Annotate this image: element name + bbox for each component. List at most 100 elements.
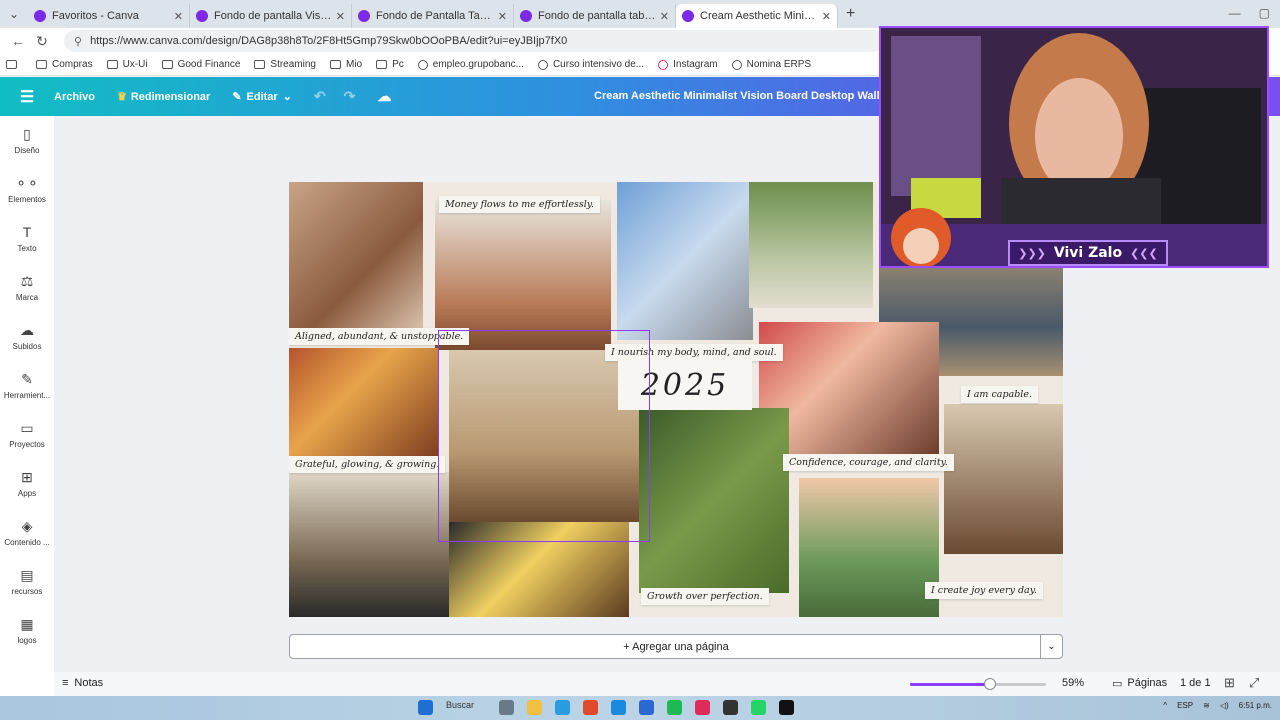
bookmark[interactable]: Pc	[376, 59, 404, 70]
hamburger-menu-icon[interactable]: ☰	[0, 87, 54, 107]
app-icon[interactable]	[695, 700, 710, 715]
resize-button[interactable]: ♛ Redimensionar	[117, 90, 210, 104]
document-title[interactable]: Cream Aesthetic Minimalist Vision Board …	[594, 90, 910, 102]
sidebar-item-text[interactable]: T Texto	[0, 214, 54, 263]
volume-icon[interactable]: ◁)	[1220, 701, 1229, 710]
telegram-icon[interactable]	[555, 700, 570, 715]
sidebar-item-elements[interactable]: ⚬⚬ Elementos	[0, 165, 54, 214]
bookmark[interactable]: Mio	[329, 59, 362, 70]
affirmation-note[interactable]: Money flows to me effortlessly.	[439, 196, 600, 213]
photo-garden-picnic[interactable]	[749, 182, 873, 308]
file-menu-button[interactable]: Archivo	[54, 91, 95, 103]
selection-frame[interactable]	[438, 330, 650, 542]
close-tab-icon[interactable]: ✕	[174, 10, 183, 23]
chevron-down-icon: ⌄	[282, 91, 292, 103]
photo-airplane-window[interactable]	[617, 182, 753, 340]
sidebar-item-uploads[interactable]: ☁ Subidos	[0, 312, 54, 361]
logos-icon: ▦	[20, 616, 34, 632]
canva-favicon-icon	[682, 10, 694, 22]
affirmation-note[interactable]: I create joy every day.	[925, 582, 1043, 599]
photo-food-table[interactable]	[289, 348, 439, 462]
undo-icon[interactable]: ↶	[314, 88, 326, 105]
cloud-saved-icon[interactable]: ☁	[377, 88, 391, 105]
bookmark-label: Good Finance	[177, 59, 241, 70]
sidebar-item-apps[interactable]: ⊞ Apps	[0, 459, 54, 508]
url-field[interactable]: ⚲ https://www.canva.com/design/DAG8p38h8…	[64, 30, 884, 52]
bookmark[interactable]: Instagram	[658, 59, 718, 70]
close-tab-icon[interactable]: ✕	[822, 10, 831, 23]
affirmation-note[interactable]: Grateful, glowing, & growing.	[289, 456, 446, 473]
fullscreen-icon[interactable]: ⤢	[1249, 675, 1259, 691]
spotify-icon[interactable]	[667, 700, 682, 715]
affirmation-note[interactable]: Growth over perfection.	[641, 588, 769, 605]
bookmark[interactable]: Compras	[36, 59, 93, 70]
close-tab-icon[interactable]: ✕	[336, 10, 345, 23]
edit-menu-button[interactable]: ✎ Editar ⌄	[232, 90, 292, 104]
zoom-level[interactable]: 59%	[1062, 677, 1084, 689]
back-icon[interactable]: ←	[6, 33, 30, 49]
whatsapp-icon[interactable]	[751, 700, 766, 715]
minimize-icon[interactable]: —	[1229, 6, 1241, 20]
reload-icon[interactable]: ↻	[30, 33, 54, 50]
language-indicator[interactable]: ESP	[1177, 701, 1193, 710]
notes-label: Notas	[74, 677, 104, 689]
bookmark[interactable]: Curso intensivo de...	[537, 59, 644, 70]
bookmark[interactable]: Good Finance	[161, 59, 241, 70]
obs-icon[interactable]	[723, 700, 738, 715]
wifi-icon[interactable]: ≋	[1203, 701, 1210, 710]
chrome-icon[interactable]	[583, 700, 598, 715]
browser-tab[interactable]: Fondo de Pantalla Tablero de Visi ✕	[352, 4, 514, 28]
new-tab-icon[interactable]: +	[846, 5, 855, 23]
sidebar-item-brand[interactable]: ⚖ Marca	[0, 263, 54, 312]
tiktok-icon[interactable]	[779, 700, 794, 715]
browser-tab-active[interactable]: Cream Aesthetic Minimalist Vision ✕	[676, 4, 838, 28]
pages-label: Páginas	[1127, 677, 1168, 689]
zoom-slider[interactable]	[910, 678, 1046, 690]
browser-tab[interactable]: Favoritos - Canva ✕	[28, 4, 190, 28]
sidebar-item-content[interactable]: ◈ Contenido ...	[0, 508, 54, 557]
bookmark-label: Pc	[392, 59, 404, 70]
bookmark[interactable]: Ux-Ui	[106, 59, 148, 70]
notes-button[interactable]: ≡ Notas	[62, 677, 103, 689]
grid-view-icon[interactable]: ⊞	[1224, 675, 1235, 691]
canva-favicon-icon	[520, 10, 532, 22]
sidebar-item-tools[interactable]: ✎ Herramient...	[0, 361, 54, 410]
bookmark[interactable]	[6, 60, 22, 69]
photo-wallet-money[interactable]	[289, 182, 423, 328]
affirmation-note[interactable]: I am capable.	[961, 386, 1038, 403]
photo-coffee[interactable]	[944, 404, 1063, 554]
app-icon[interactable]	[639, 700, 654, 715]
close-tab-icon[interactable]: ✕	[498, 10, 507, 23]
bookmark[interactable]: Nomina ERPS	[731, 59, 811, 70]
affirmation-note[interactable]: Confidence, courage, and clarity.	[783, 454, 954, 471]
taskbar-search[interactable]: Buscar	[446, 700, 486, 715]
sidebar-item-resources[interactable]: ▤ recursos	[0, 557, 54, 606]
chevron-down-icon[interactable]: ⌄	[1040, 635, 1062, 658]
bookmark[interactable]: empleo.grupobanc...	[417, 59, 524, 70]
sidebar-item-design[interactable]: ▯ Diseño	[0, 116, 54, 165]
close-tab-icon[interactable]: ✕	[660, 10, 669, 23]
add-page-button[interactable]: + Agregar una página ⌄	[289, 634, 1063, 659]
zoom-slider-knob[interactable]	[984, 678, 997, 690]
pages-button[interactable]: ▭ Páginas	[1112, 677, 1167, 690]
redo-icon[interactable]: ↷	[344, 88, 356, 105]
folder-icon	[106, 60, 118, 69]
windows-start-icon[interactable]	[418, 700, 433, 715]
vscode-icon[interactable]	[611, 700, 626, 715]
site-info-icon[interactable]: ⚲	[74, 35, 82, 48]
bookmark[interactable]: Streaming	[254, 59, 316, 70]
sidebar-item-projects[interactable]: ▭ Proyectos	[0, 410, 54, 459]
photo-salad[interactable]	[639, 408, 789, 593]
file-explorer-icon[interactable]	[527, 700, 542, 715]
content-icon: ◈	[21, 518, 33, 534]
maximize-icon[interactable]: ▢	[1259, 6, 1270, 20]
task-view-icon[interactable]	[499, 700, 514, 715]
photo-field[interactable]	[799, 478, 939, 617]
sidebar-item-logos[interactable]: ▦ logos	[0, 606, 54, 655]
browser-tab[interactable]: Fondo de pantalla Vision board Fo ✕	[190, 4, 352, 28]
tray-chevron-icon[interactable]: ^	[1163, 701, 1167, 710]
browser-tab[interactable]: Fondo de pantalla tablero de visió ✕	[514, 4, 676, 28]
tab-search-icon[interactable]: ⌄	[0, 0, 28, 28]
photo-yoga[interactable]	[289, 472, 449, 617]
clock[interactable]: 6:51 p.m.	[1239, 701, 1272, 710]
